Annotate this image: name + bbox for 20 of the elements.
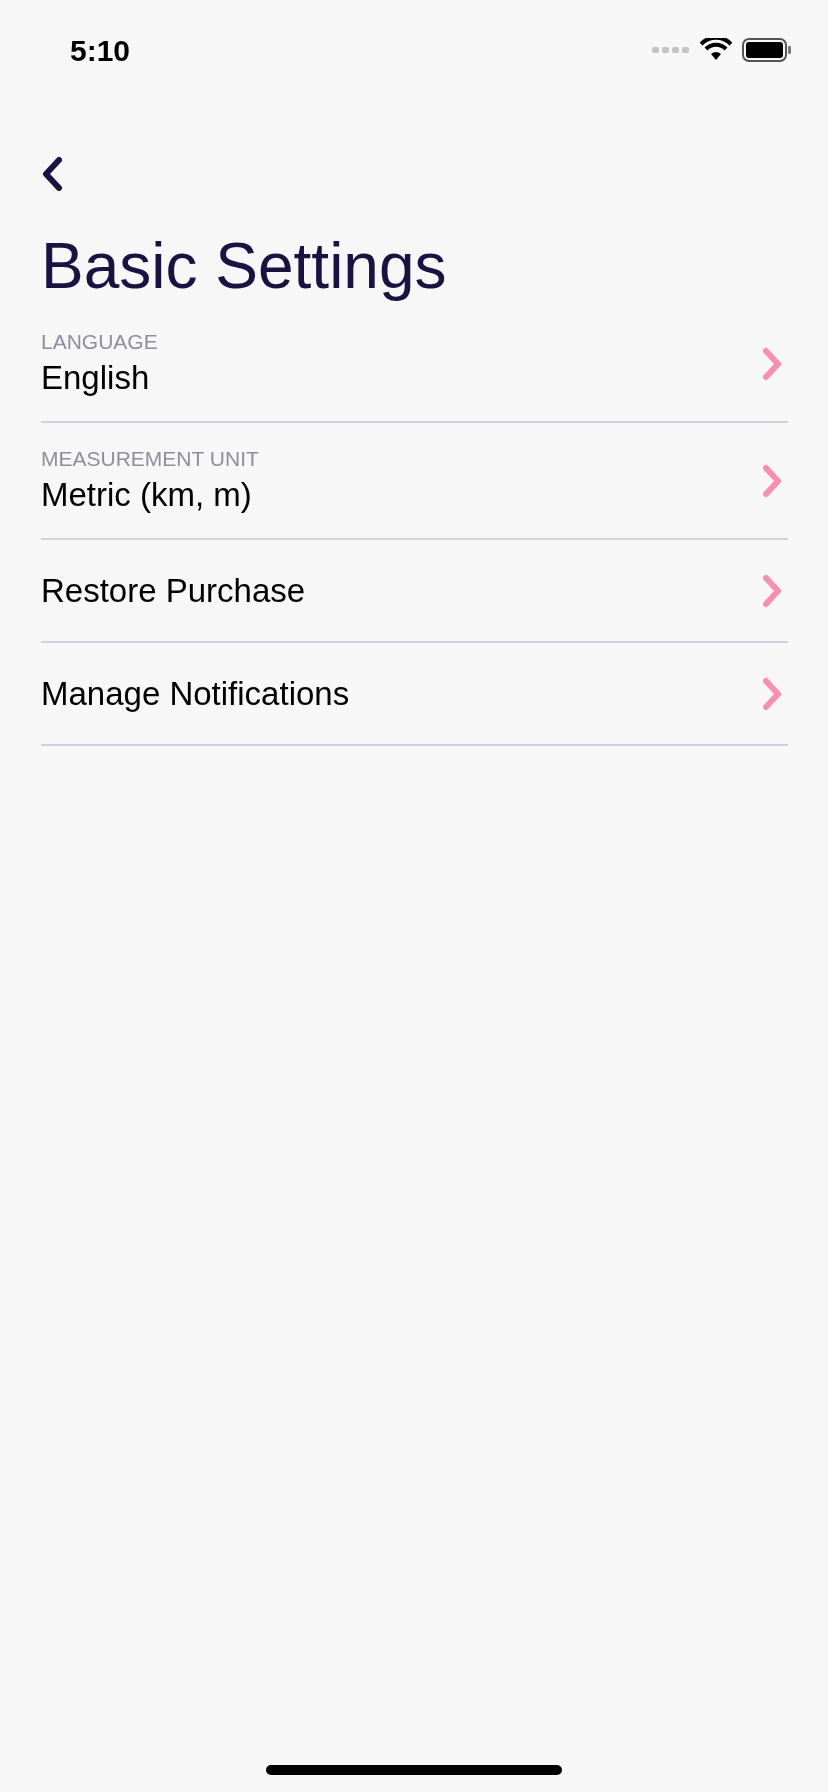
chevron-right-icon	[762, 676, 782, 711]
chevron-right-icon	[762, 573, 782, 608]
back-chevron-icon	[41, 157, 63, 191]
battery-icon	[742, 38, 792, 62]
settings-row[interactable]: Restore Purchase	[41, 540, 788, 643]
row-value: English	[41, 357, 151, 398]
chevron-right-icon	[762, 463, 782, 498]
row-label: MEASUREMENT UNIT	[41, 445, 259, 472]
row-value: Manage Notifications	[41, 673, 350, 714]
status-time: 5:10	[70, 32, 131, 69]
wifi-icon	[700, 38, 732, 62]
settings-row[interactable]: Manage Notifications	[41, 643, 788, 746]
signal-icon	[652, 46, 690, 54]
row-value: Restore Purchase	[41, 570, 306, 611]
page-title: Basic Settings	[41, 229, 448, 304]
chevron-right-icon	[762, 346, 782, 381]
row-value: Metric (km, m)	[41, 474, 253, 515]
settings-row[interactable]: MEASUREMENT UNIT Metric (km, m)	[41, 423, 788, 540]
row-label: LANGUAGE	[41, 328, 158, 355]
settings-row[interactable]: LANGUAGE English	[41, 306, 788, 423]
